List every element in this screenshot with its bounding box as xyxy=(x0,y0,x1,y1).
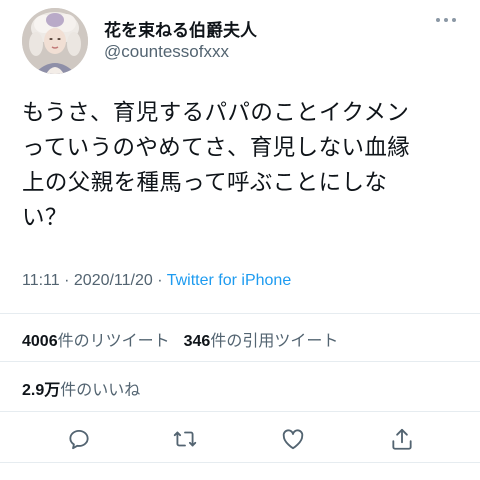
avatar-portrait-image xyxy=(22,8,88,74)
tweet-text-line: もうさ、育児するパパのことイクメン xyxy=(22,100,410,126)
like-button[interactable] xyxy=(280,426,306,452)
tweet-metadata: 11:11 · 2020/11/20 · Twitter for iPhone xyxy=(22,272,291,290)
quotes-count: 346 xyxy=(183,333,211,350)
reply-icon xyxy=(69,429,89,450)
tweet-text-line: っていうのやめてさ、育児しない血縁 xyxy=(22,135,411,161)
retweet-button[interactable] xyxy=(172,426,198,452)
action-bar xyxy=(0,420,480,460)
quotes-label: 件の引用ツイート xyxy=(210,331,339,350)
retweets-label: 件のリツイート xyxy=(57,331,170,350)
avatar[interactable] xyxy=(22,8,88,74)
share-button[interactable] xyxy=(389,426,415,452)
retweet-quote-stats: 4006件のリツイート 346件の引用ツイート xyxy=(22,327,338,351)
more-horizontal-icon xyxy=(436,18,440,22)
share-icon xyxy=(392,428,412,450)
likes-stats[interactable]: 2.9万件のいいね xyxy=(22,376,140,400)
divider xyxy=(0,361,480,362)
meta-separator: · xyxy=(152,272,167,289)
retweet-icon xyxy=(173,431,197,447)
display-name[interactable]: 花を束ねる伯爵夫人 xyxy=(104,16,257,41)
meta-separator: · xyxy=(59,272,74,289)
more-horizontal-icon-dot xyxy=(444,18,448,22)
reply-button[interactable] xyxy=(66,426,92,452)
tweet-text-line: い？ xyxy=(22,205,68,231)
likes-count: 2.9万 xyxy=(22,382,61,399)
tweet-header: 花を束ねる伯爵夫人 @countessofxxx xyxy=(22,4,462,74)
more-options-button[interactable] xyxy=(436,18,456,22)
tweet-text: もうさ、育児するパパのことイクメン っていうのやめてさ、育児しない血縁 上の父親… xyxy=(22,96,462,236)
tweet-text-line: 上の父親を種馬って呼ぶことにしな xyxy=(22,170,388,196)
tweet-date[interactable]: 2020/11/20 xyxy=(74,272,153,289)
divider xyxy=(0,411,480,412)
retweets-stat[interactable]: 4006件のリツイート xyxy=(22,331,170,350)
retweets-count: 4006 xyxy=(22,333,58,350)
more-horizontal-icon-dot xyxy=(452,18,456,22)
tweet-source-link[interactable]: Twitter for iPhone xyxy=(167,272,292,289)
divider xyxy=(0,462,480,463)
divider xyxy=(0,313,480,314)
user-handle[interactable]: @countessofxxx xyxy=(104,42,229,62)
quotes-stat[interactable]: 346件の引用ツイート xyxy=(184,331,339,350)
likes-label: 件のいいね xyxy=(60,380,141,399)
tweet-time[interactable]: 11:11 xyxy=(22,272,60,289)
heart-icon xyxy=(282,429,304,450)
